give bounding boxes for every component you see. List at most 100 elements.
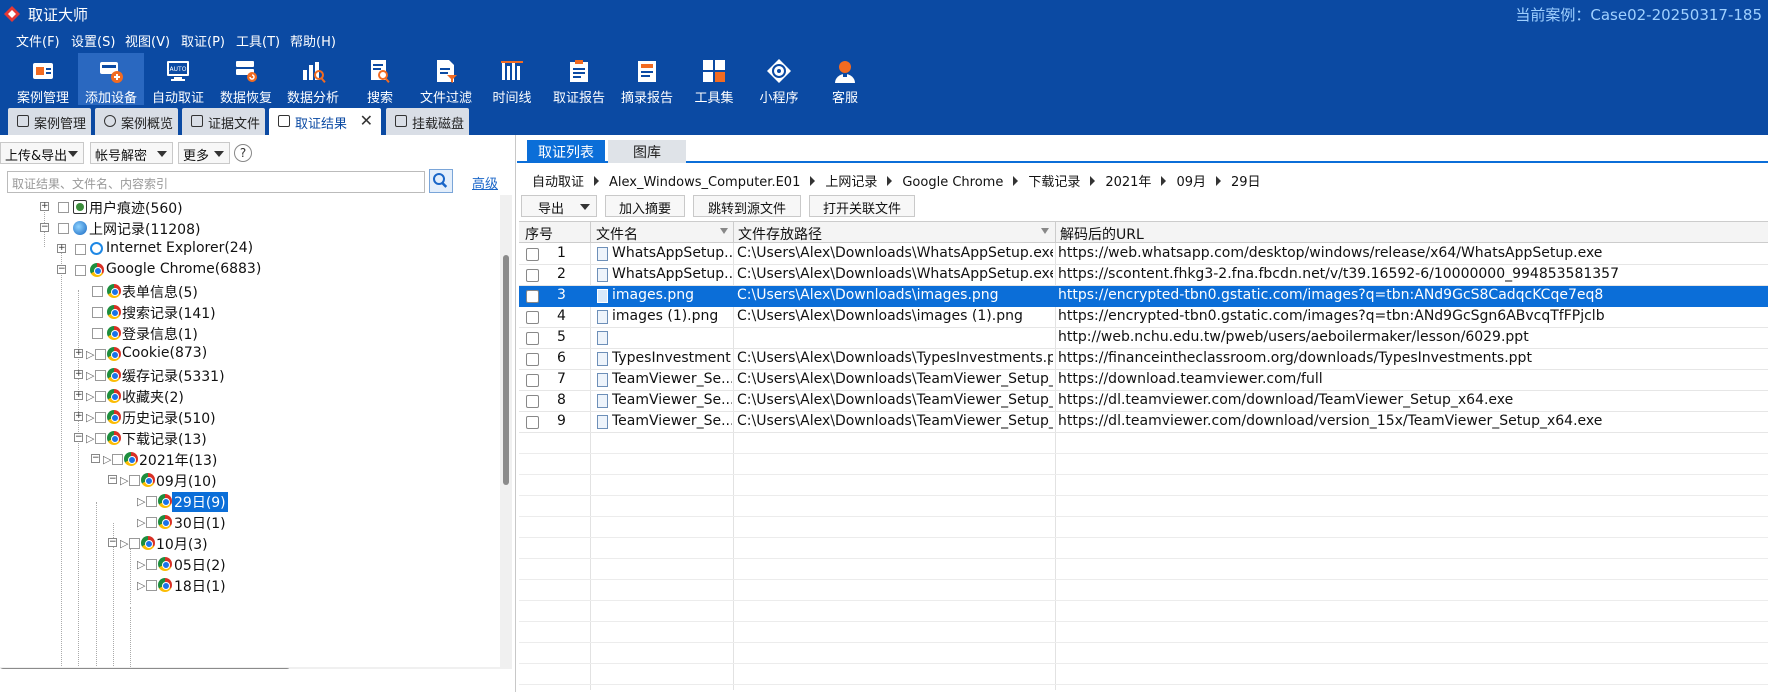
column-divider[interactable] [1055,222,1056,243]
collapse-icon[interactable]: − [57,265,66,274]
filter-icon[interactable] [720,228,728,234]
tree-horizontal-scrollbar[interactable] [0,667,500,669]
tab-evidence-files[interactable]: 证据文件 [182,108,265,135]
table-row[interactable]: 7 TeamViewer_Se... C:\Users\Alex\Downloa… [519,370,1768,391]
row-checkbox[interactable] [526,395,539,408]
tree-checkbox[interactable] [146,517,157,528]
expand-icon[interactable]: + [57,244,66,253]
tree-checkbox[interactable] [58,202,69,213]
export-dropdown[interactable]: 导出 [521,195,597,217]
row-checkbox[interactable] [526,416,539,429]
column-header-path[interactable]: 文件存放路径 [738,224,822,244]
column-header-no[interactable]: 序号 [525,224,553,244]
column-header-decoded-url[interactable]: 解码后的URL [1060,224,1144,244]
tree-checkbox[interactable] [92,328,103,339]
account-decrypt-dropdown[interactable]: 帐号解密 [90,142,173,164]
collapse-icon[interactable]: − [91,454,100,463]
expand-icon[interactable]: + [74,391,83,400]
tree-checkbox[interactable] [112,454,123,465]
tree-checkbox[interactable] [75,244,86,255]
tree-vertical-scrollbar[interactable] [500,195,512,669]
menu-tools[interactable]: 工具(T) [236,31,280,50]
open-related-file-button[interactable]: 打开关联文件 [809,195,915,217]
breadcrumb-item[interactable]: 29日 [1231,175,1261,190]
tab-forensics-list[interactable]: 取证列表 [527,140,605,163]
expand-icon[interactable]: + [74,349,83,358]
search-input[interactable]: 取证结果、文件名、内容索引 [7,171,425,193]
breadcrumb-item[interactable]: 下载记录 [1028,175,1080,190]
more-dropdown[interactable]: 更多 [178,142,230,164]
table-row[interactable]: 9 TeamViewer_Se... C:\Users\Alex\Downloa… [519,412,1768,433]
tab-mounted-disks[interactable]: 挂载磁盘 [386,108,469,135]
column-header-filename[interactable]: 文件名 [596,224,638,244]
toolbar-customer-service-button[interactable]: 客服 [812,53,878,106]
tree-checkbox[interactable] [129,475,140,486]
table-row[interactable]: 1 WhatsAppSetup.... C:\Users\Alex\Downlo… [519,244,1768,265]
breadcrumb-item[interactable]: Alex_Windows_Computer.E01 [609,175,800,190]
menu-file[interactable]: 文件(F) [16,31,60,50]
tab-gallery[interactable]: 图库 [608,140,686,163]
row-checkbox[interactable] [526,290,539,303]
breadcrumb-item[interactable]: 2021年 [1105,175,1151,190]
collapse-icon[interactable]: − [40,223,49,232]
table-row[interactable]: 4 images (1).png C:\Users\Alex\Downloads… [519,307,1768,328]
tree-checkbox[interactable] [95,433,106,444]
table-row[interactable]: 5 http://web.nchu.edu.tw/pweb/users/aebo… [519,328,1768,349]
collapse-icon[interactable]: − [108,475,117,484]
tree-checkbox[interactable] [95,370,106,381]
tree-checkbox[interactable] [75,265,86,276]
filter-icon[interactable] [1041,228,1049,234]
tree-checkbox[interactable] [95,412,106,423]
expand-icon[interactable]: + [40,202,49,211]
row-checkbox[interactable] [526,269,539,282]
jump-to-source-button[interactable]: 跳转到源文件 [693,195,801,217]
table-row[interactable]: 8 TeamViewer_Se... C:\Users\Alex\Downloa… [519,391,1768,412]
row-checkbox[interactable] [526,353,539,366]
scrollbar-thumb[interactable] [503,255,509,485]
tree-checkbox[interactable] [146,559,157,570]
tree-checkbox[interactable] [95,349,106,360]
menu-settings[interactable]: 设置(S) [71,31,115,50]
tab-forensics-results[interactable]: 取证结果 ✕ [269,108,381,135]
row-checkbox[interactable] [526,332,539,345]
collapse-icon[interactable]: − [108,538,117,547]
close-icon[interactable]: ✕ [360,111,373,130]
column-divider[interactable] [733,222,734,243]
search-button[interactable] [429,169,453,193]
help-icon[interactable]: ? [234,144,252,162]
breadcrumb-item[interactable]: 09月 [1176,175,1206,190]
tree-checkbox[interactable] [92,286,103,297]
toolbar-case-management-button[interactable]: 案例管理 [10,53,76,106]
tab-case-overview[interactable]: 案例概览 [95,108,178,135]
tree-checkbox[interactable] [146,580,157,591]
breadcrumb-item[interactable]: 自动取证 [532,175,584,190]
row-checkbox[interactable] [526,311,539,324]
tree-checkbox[interactable] [129,538,140,549]
menu-forensics[interactable]: 取证(P) [181,31,225,50]
tree-checkbox[interactable] [58,223,69,234]
cell-no: 7 [557,371,566,387]
table-row[interactable]: 6 TypesInvestment... C:\Users\Alex\Downl… [519,349,1768,370]
tab-case-management[interactable]: 案例管理 [8,108,91,135]
menu-view[interactable]: 视图(V) [125,31,170,50]
row-checkbox[interactable] [526,374,539,387]
upload-export-dropdown[interactable]: 上传&导出 [0,142,84,164]
add-excerpt-button[interactable]: 加入摘要 [605,195,685,217]
scrollbar-thumb[interactable] [0,668,290,669]
tree-checkbox[interactable] [95,391,106,402]
tree-checkbox[interactable] [92,307,103,318]
column-divider[interactable] [590,222,591,243]
toolbar-forensics-report-button[interactable]: 取证报告 [546,53,612,106]
table-row[interactable]: 2 WhatsAppSetup.... C:\Users\Alex\Downlo… [519,265,1768,286]
toolbar-auto-forensics-button[interactable]: AUTO 自动取证 [145,53,211,106]
menu-help[interactable]: 帮助(H) [290,31,336,50]
breadcrumb-item[interactable]: 上网记录 [825,175,877,190]
expand-icon[interactable]: + [74,412,83,421]
table-row-selected[interactable]: 3 images.png C:\Users\Alex\Downloads\ima… [519,286,1768,307]
tree-checkbox[interactable] [146,496,157,507]
advanced-search-link[interactable]: 高级 [472,173,498,192]
collapse-icon[interactable]: − [74,433,83,442]
row-checkbox[interactable] [526,248,539,261]
expand-icon[interactable]: + [74,370,83,379]
breadcrumb-item[interactable]: Google Chrome [902,175,1003,190]
